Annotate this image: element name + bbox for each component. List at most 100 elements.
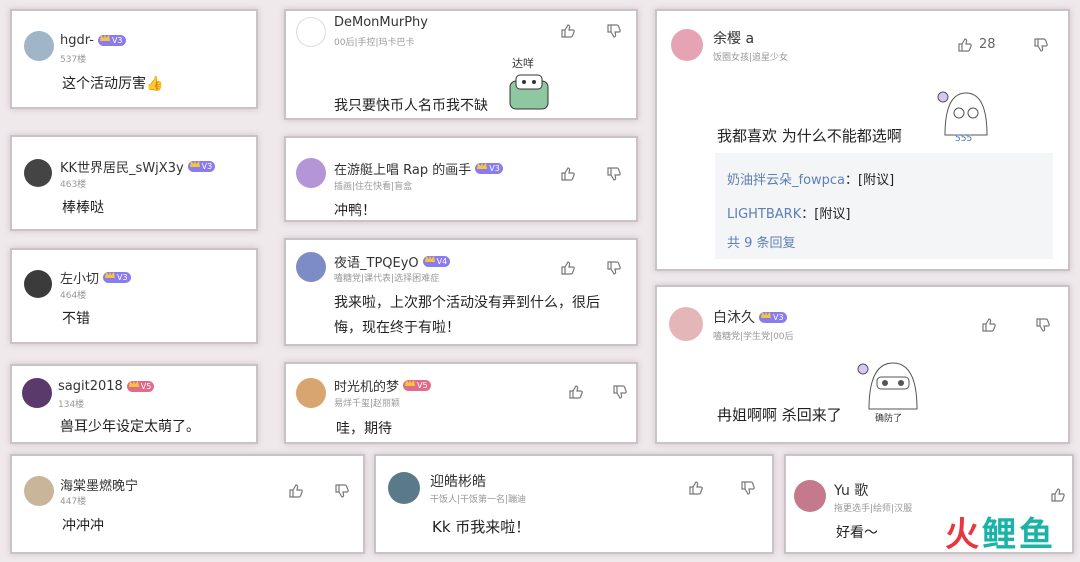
avatar[interactable]: [296, 158, 326, 188]
thumbs-down-icon[interactable]: [1035, 317, 1051, 333]
crown-icon: [105, 271, 116, 278]
thumbs-up-icon[interactable]: [981, 317, 997, 333]
avatar[interactable]: [24, 159, 52, 187]
crown-icon: [761, 310, 771, 318]
level-badge: V5: [126, 380, 155, 392]
user-tags: 拖更选手|绘师|汉服: [834, 504, 913, 514]
ghost-sticker: 确防了: [857, 362, 918, 424]
comment-card: 夜语_TPQEyO V4 嗑糖党|课代表|选择困难症 我来啦，上次那个活动没有弄到…: [284, 238, 638, 346]
floor-number: 463楼: [60, 180, 87, 190]
user-tags: 饭圈女孩|追星少女: [713, 53, 789, 63]
username[interactable]: 迎皓彬皓: [430, 471, 486, 491]
crown-icon: [424, 255, 435, 262]
user-tags: 易烊千玺|赵丽颖: [334, 399, 401, 409]
thumbs-up-icon[interactable]: [560, 23, 576, 39]
thumbs-up-icon[interactable]: [560, 166, 576, 182]
level-badge: V3: [759, 310, 787, 323]
thumbs-down-icon[interactable]: [1033, 37, 1049, 53]
avatar[interactable]: [24, 476, 54, 506]
user-tags: 00后|手控|玛卡巴卡: [334, 38, 415, 48]
username-row: sagit2018 V5: [58, 379, 155, 394]
comment-card: hgdr- V3 537楼 这个活动厉害👍: [10, 9, 258, 109]
sticker: 555: [933, 83, 999, 144]
thumbs-up-icon[interactable]: [568, 384, 584, 400]
username[interactable]: Yu 歌: [834, 480, 868, 500]
comment-card: 在游艇上唱 Rap 的画手 V3 插画|住在快看|盲盒 冲鸭！: [284, 136, 638, 222]
avatar[interactable]: [296, 252, 326, 282]
reply-username: 奶油拌云朵_fowpca: [727, 173, 846, 188]
floor-number: 537楼: [60, 55, 87, 65]
username[interactable]: DeMonMurPhy: [334, 15, 428, 30]
username[interactable]: KK世界居民_sWjX3y: [60, 157, 184, 176]
user-tags: 嗑糖党|课代表|选择困难症: [334, 274, 440, 284]
comment-card: 左小切 V3 464楼 不错: [10, 248, 258, 344]
reply-box: 奶油拌云朵_fowpca：[附议] LIGHTBARK：[附议] 共 9 条回复: [715, 153, 1053, 259]
thumbs-down-icon[interactable]: [606, 166, 622, 182]
username[interactable]: sagit2018: [58, 379, 123, 394]
reply-username: LIGHTBARK: [727, 207, 802, 222]
thumbs-up-icon[interactable]: [560, 260, 576, 276]
thumbs-up-icon[interactable]: [688, 480, 704, 496]
comment-text: 我都喜欢 为什么不能都选啊: [717, 127, 902, 145]
avatar[interactable]: [22, 378, 52, 408]
thumbs-up-icon[interactable]: [957, 37, 973, 53]
avatar[interactable]: [296, 17, 326, 47]
reply-content: ：[附议]: [801, 207, 851, 222]
avatar[interactable]: [388, 472, 420, 504]
username[interactable]: hgdr-: [60, 33, 94, 48]
username[interactable]: 海棠墨燃晚宁: [60, 475, 138, 494]
username[interactable]: 时光机的梦: [334, 376, 399, 395]
username-row: 夜语_TPQEyO V4: [334, 252, 451, 271]
comment-text: Kk 币我来啦！: [432, 518, 531, 536]
avatar[interactable]: [794, 480, 826, 512]
username[interactable]: 在游艇上唱 Rap 的画手: [334, 159, 471, 178]
view-all-replies-link[interactable]: 共 9 条回复: [727, 232, 796, 251]
floor-number: 464楼: [60, 291, 87, 301]
floor-number: 134楼: [58, 400, 85, 410]
comment-text: 棒棒哒: [62, 200, 104, 216]
avatar[interactable]: [24, 31, 54, 61]
level-badge: V3: [97, 34, 126, 46]
comment-card: KK世界居民_sWjX3y V3 463楼 棒棒哒: [10, 135, 258, 231]
username-row: 左小切 V3: [60, 268, 131, 287]
username-row: hgdr- V3: [60, 33, 126, 48]
thumbs-down-icon[interactable]: [334, 483, 350, 499]
user-tags: 干饭人|干饭第一名|蹦迪: [430, 495, 527, 505]
reply-item[interactable]: 奶油拌云朵_fowpca：[附议]: [727, 169, 894, 188]
comment-text: 不错: [62, 311, 90, 327]
crown-icon: [189, 160, 200, 167]
sticker: 确防了: [855, 353, 925, 424]
comment-text: 冲鸭！: [334, 203, 376, 219]
sticker-icon: 达咩: [509, 56, 549, 110]
thumbs-down-icon[interactable]: [606, 23, 622, 39]
level-badge: V3: [103, 271, 131, 283]
avatar[interactable]: [669, 307, 703, 341]
username-row: 白沐久 V3: [713, 307, 787, 327]
comment-card: 时光机的梦 V5 易烊千玺|赵丽颖 哇，期待: [284, 362, 638, 444]
username[interactable]: 左小切: [60, 268, 99, 287]
comment-text-line1: 我来啦，上次那个活动没有弄到什么，很后: [334, 295, 600, 311]
avatar[interactable]: [671, 29, 703, 61]
user-tags: 插画|住在快看|盲盒: [334, 182, 413, 192]
comment-text: 我只要快币人名币我不缺: [334, 98, 488, 114]
comment-card: 白沐久 V3 嗑糖党|学生党|00后 确防了 冉姐啊啊 杀回来了: [655, 285, 1070, 444]
username[interactable]: 白沐久: [713, 307, 755, 327]
svg-text:555: 555: [955, 134, 972, 143]
user-tags: 嗑糖党|学生党|00后: [713, 332, 794, 342]
comment-card: 余樱 a 饭圈女孩|追星少女 28 555 我都喜欢 为什么不能都选啊 奶油拌云…: [655, 9, 1070, 271]
username[interactable]: 余樱 a: [713, 28, 754, 48]
svg-text:确防了: 确防了: [875, 412, 902, 423]
thumbs-down-icon[interactable]: [612, 384, 628, 400]
username-row: KK世界居民_sWjX3y V3: [60, 157, 216, 176]
comment-text: 冲冲冲: [62, 518, 104, 534]
reply-item[interactable]: LIGHTBARK：[附议]: [727, 203, 850, 222]
avatar[interactable]: [24, 270, 52, 298]
svg-text:达咩: 达咩: [512, 56, 534, 70]
floor-number: 447楼: [60, 497, 87, 507]
thumbs-down-icon[interactable]: [606, 260, 622, 276]
avatar[interactable]: [296, 378, 326, 408]
thumbs-up-icon[interactable]: [1050, 487, 1066, 503]
username[interactable]: 夜语_TPQEyO: [334, 252, 419, 271]
thumbs-up-icon[interactable]: [288, 483, 304, 499]
thumbs-down-icon[interactable]: [740, 480, 756, 496]
